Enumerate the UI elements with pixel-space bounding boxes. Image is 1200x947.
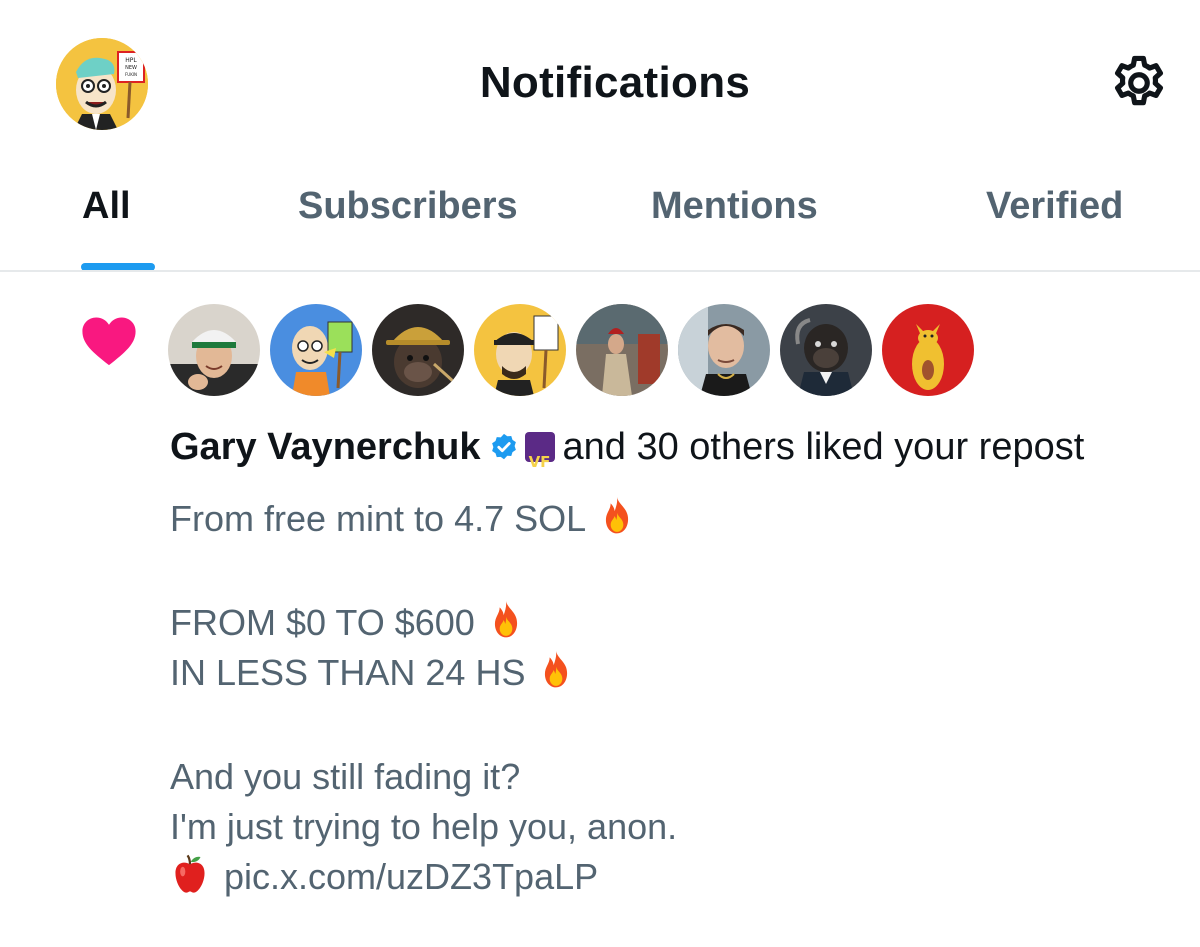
top-bar: HPL NEW FUKIN Notifications <box>0 0 1200 165</box>
fire-emoji-icon <box>537 649 575 704</box>
avatar-cartoon-cap[interactable] <box>474 304 566 396</box>
apple-emoji-icon <box>170 853 210 908</box>
affiliate-badge[interactable]: VF <box>524 432 555 471</box>
liker-name[interactable]: Gary Vaynerchuk <box>170 426 481 468</box>
avatar-cartoon-bald[interactable] <box>270 304 362 396</box>
page-title: Notifications <box>479 58 751 107</box>
verified-badge-icon <box>489 427 519 460</box>
fire-emoji-icon <box>598 495 636 550</box>
tab-mentions[interactable]: Mentions <box>651 185 818 228</box>
post-line: I'm just trying to help you, anon. <box>170 806 678 847</box>
post-line: IN LESS THAN 24 HS <box>170 648 677 698</box>
post-line: FROM $0 TO $600 <box>170 598 677 648</box>
tab-subscribers[interactable]: Subscribers <box>298 185 518 228</box>
avatar-photo-2[interactable] <box>678 304 770 396</box>
avatar-gary[interactable] <box>168 304 260 396</box>
notification-summary: Gary Vaynerchuk VF and 30 others liked you… <box>170 424 1085 471</box>
avatar-gorilla-suit[interactable] <box>780 304 872 396</box>
avatar-gorilla-hat[interactable] <box>372 304 464 396</box>
heart-icon <box>80 314 138 368</box>
post-line: pic.x.com/uzDZ3TpaLP <box>170 852 677 902</box>
tab-all[interactable]: All <box>82 185 131 228</box>
avatar-photo-1[interactable] <box>576 304 668 396</box>
avatar-red-character[interactable] <box>882 304 974 396</box>
fire-emoji-icon <box>487 599 525 654</box>
post-line: And you still fading it? <box>170 756 521 797</box>
notification-tabs: All Subscribers Mentions Verified <box>0 165 1200 273</box>
gear-icon[interactable] <box>1108 52 1170 114</box>
reposted-post-preview[interactable]: From free mint to 4.7 SOL FROM $0 TO $60… <box>170 494 677 902</box>
like-notification[interactable]: Gary Vaynerchuk VF and 30 others liked you… <box>0 272 1200 947</box>
post-line: From free mint to 4.7 SOL <box>170 494 677 544</box>
post-media-link[interactable]: pic.x.com/uzDZ3TpaLP <box>224 856 598 897</box>
tab-verified[interactable]: Verified <box>986 185 1123 228</box>
notification-action-text: and 30 others liked your repost <box>562 426 1085 468</box>
